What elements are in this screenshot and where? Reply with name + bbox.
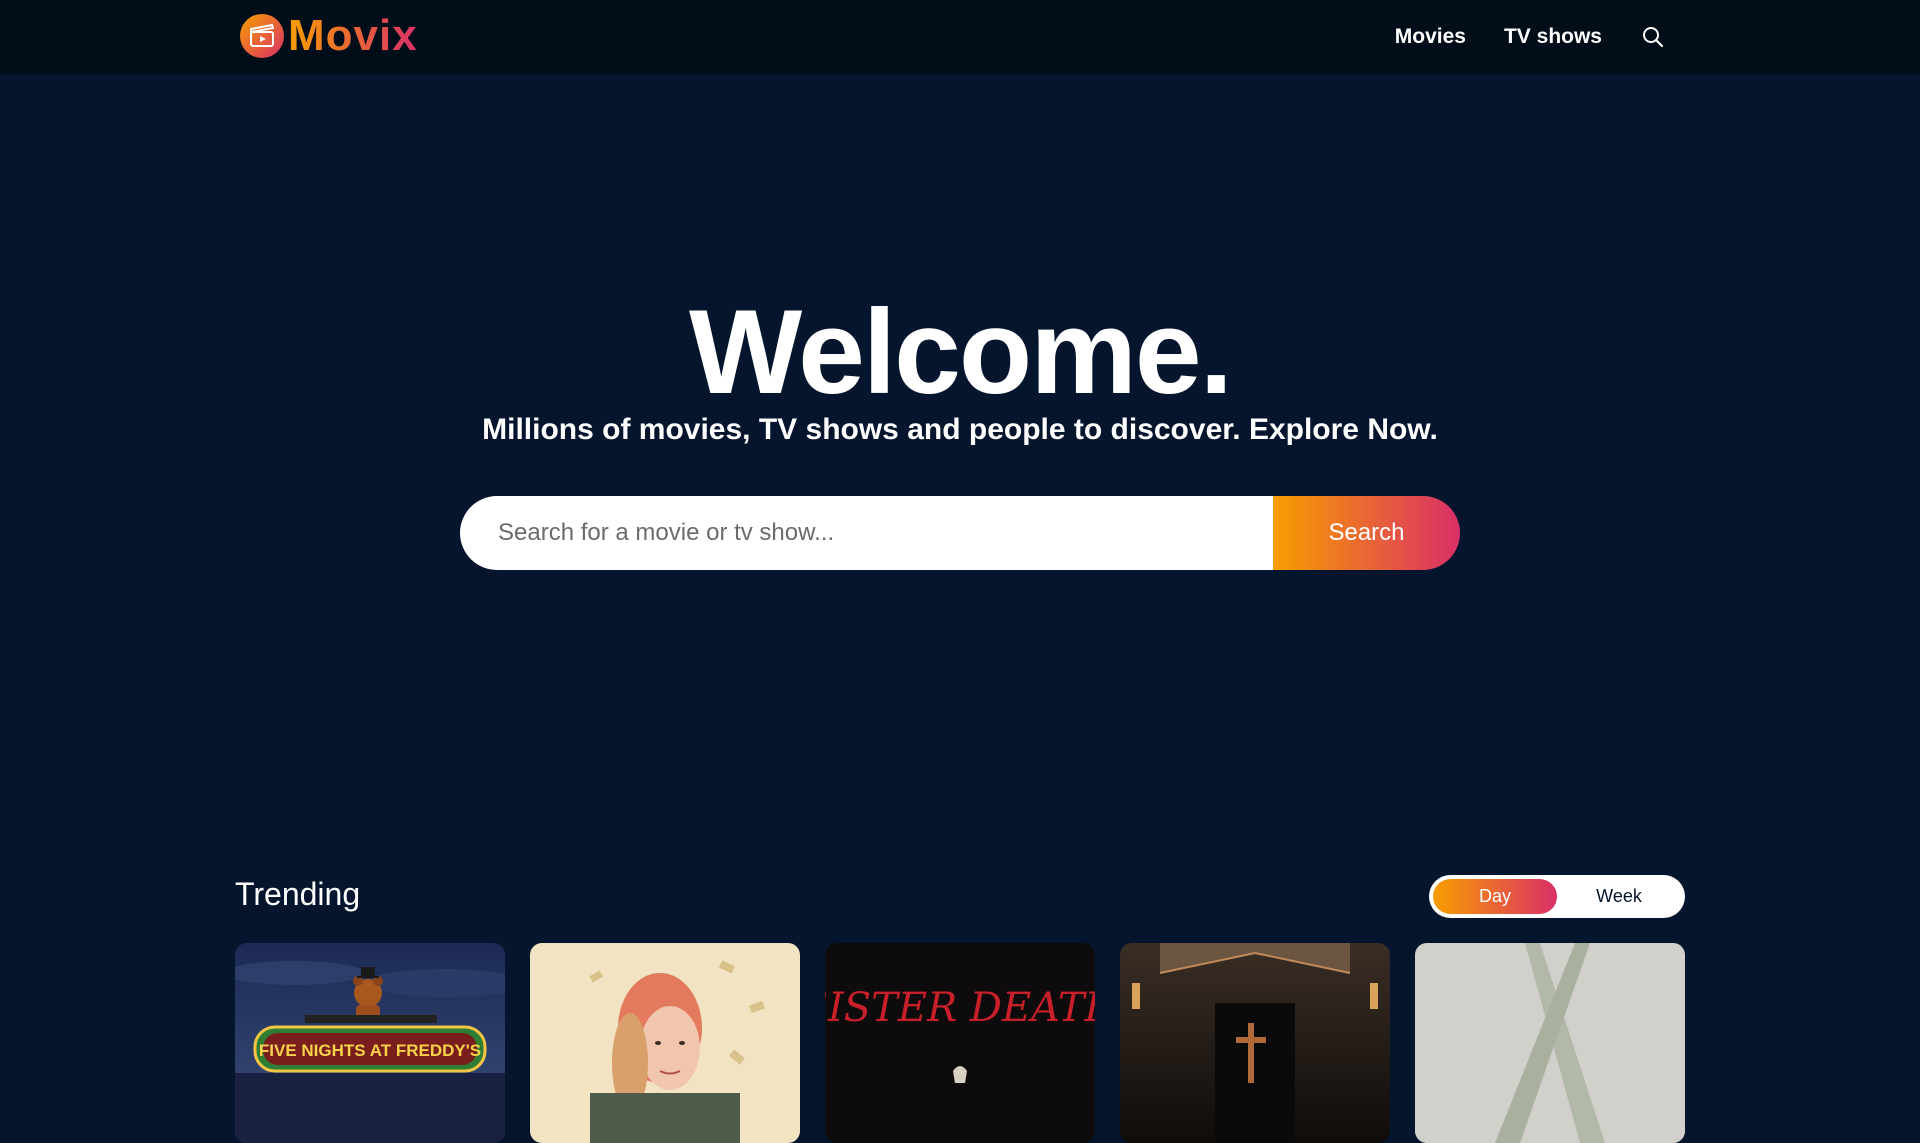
clapperboard-icon	[240, 14, 284, 58]
poster-horror-church	[1120, 943, 1390, 1143]
tab-day[interactable]: Day	[1433, 879, 1557, 914]
trending-title: Trending	[235, 876, 361, 912]
site-logo[interactable]: Movix	[240, 11, 418, 60]
movie-card[interactable]	[1120, 943, 1390, 1143]
nav-movies[interactable]: Movies	[1395, 25, 1466, 49]
poster-title-text: FIVE NIGHTS AT FREDDY'S	[259, 1041, 481, 1060]
hero-banner: Welcome. Millions of movies, TV shows an…	[0, 74, 1920, 834]
trending-carousel: FIVE NIGHTS AT FREDDY'S SISTER DEATH	[235, 943, 1685, 1143]
poster-title-text: SISTER DEATH	[825, 985, 1095, 1031]
tab-week[interactable]: Week	[1557, 879, 1681, 914]
movie-card[interactable]: FIVE NIGHTS AT FREDDY'S	[235, 943, 505, 1143]
site-header: Movix Movies TV shows	[0, 0, 1920, 74]
movie-card[interactable]	[1415, 943, 1685, 1143]
hero-title: Welcome.	[689, 285, 1233, 419]
search-icon[interactable]	[1640, 24, 1666, 50]
poster-action-movie	[530, 943, 800, 1143]
hero-search-bar: Search	[460, 496, 1460, 570]
trending-switch: Day Week	[1429, 875, 1685, 918]
main-nav: Movies TV shows	[1395, 22, 1666, 52]
poster-five-nights: FIVE NIGHTS AT FREDDY'S	[235, 943, 505, 1143]
search-button[interactable]: Search	[1273, 496, 1460, 570]
logo-text: Movix	[288, 11, 418, 60]
poster-sister-death: SISTER DEATH	[825, 943, 1095, 1143]
search-input[interactable]	[460, 496, 1273, 570]
nav-tv-shows[interactable]: TV shows	[1504, 25, 1602, 49]
movie-card[interactable]: SISTER DEATH	[825, 943, 1095, 1143]
hero-subtitle: Millions of movies, TV shows and people …	[482, 413, 1438, 446]
movie-card[interactable]	[530, 943, 800, 1143]
poster-x-crossed	[1415, 943, 1685, 1143]
